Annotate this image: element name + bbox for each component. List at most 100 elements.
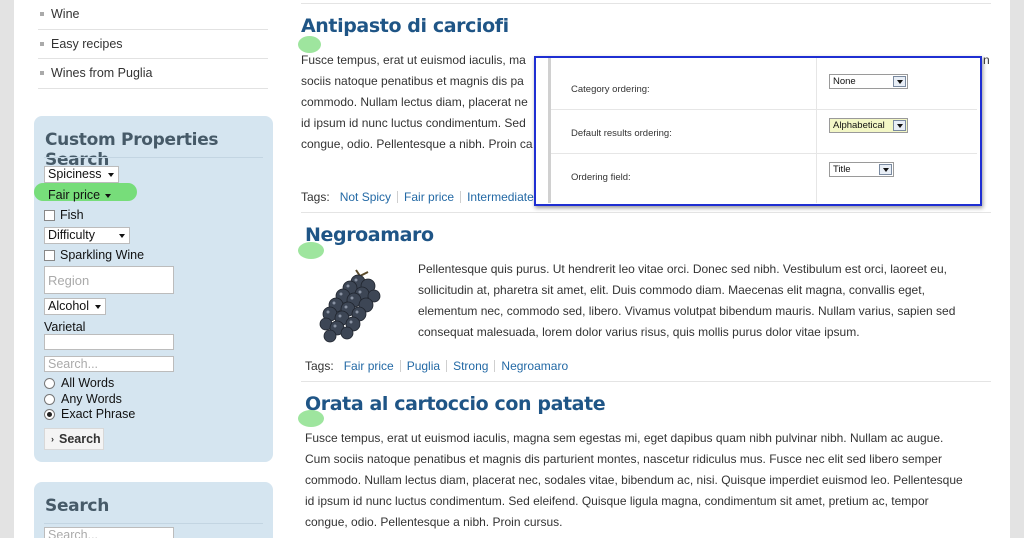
category-link[interactable]: Wines from Puglia [51,66,152,80]
article-line: congue, odio. Pellentesque a nibh. Proin… [301,137,533,151]
article-tags: Tags: Not Spicy Fair price Intermediate [301,190,540,204]
article-line: Fusce tempus, erat ut euismod iaculis, m… [305,431,944,445]
tags-label: Tags: [305,359,334,373]
difficulty-select[interactable]: Difficulty [44,227,130,244]
bullet-icon [40,71,44,76]
article-line: id ipsum id nunc luctus condimentum. Sed… [305,494,929,508]
sparkling-wine-label: Sparkling Wine [60,248,145,262]
search-button[interactable]: › Search [44,428,104,450]
custom-properties-search-box: Custom Properties Search Spiciness Fair … [34,116,273,462]
custom-search-title: Custom Properties Search [45,130,219,170]
any-words-label: Any Words [61,392,122,406]
search-box: Search [34,482,273,538]
fair-price-select-value: Fair price [48,188,101,202]
article-line: commodo. Nullam lectus diam, placerat ne [301,95,528,109]
all-words-label: All Words [61,376,115,390]
ordering-settings-overlay: Category ordering: None Default results … [534,56,982,206]
ordering-field-select[interactable]: Title [829,162,894,177]
tag-link[interactable]: Intermediate [460,191,540,203]
highlight-marker [298,242,324,259]
chevron-right-icon: › [51,434,54,444]
exact-phrase-radio[interactable] [44,409,55,420]
settings-row: Ordering field: Title [551,154,977,198]
fair-price-select[interactable]: Fair price [44,187,116,204]
category-item[interactable]: Easy recipes [38,30,268,59]
difficulty-select-value: Difficulty [48,228,96,242]
sparkling-wine-checkbox[interactable] [44,250,55,261]
alcohol-select-value: Alcohol [48,299,89,313]
chevron-down-icon [95,305,101,309]
category-ordering-select[interactable]: None [829,74,908,89]
divider [301,3,991,4]
chevron-down-icon [879,164,892,175]
tag-link[interactable]: Fair price [397,191,460,203]
fish-label: Fish [60,208,84,222]
article-body: Pellentesque quis purus. Ut hendrerit le… [418,259,988,343]
category-link[interactable]: Wine [51,7,79,21]
article-tags: Tags: Fair price Puglia Strong Negroamar… [305,359,574,373]
spiciness-select[interactable]: Spiciness [44,166,119,183]
tag-link[interactable]: Not Spicy [334,191,397,203]
default-results-ordering-value: Alphabetical [833,120,885,131]
ordering-settings-panel: Category ordering: None Default results … [548,58,977,203]
chevron-down-icon [105,194,111,198]
any-words-radio[interactable] [44,394,55,405]
category-link[interactable]: Easy recipes [51,37,123,51]
default-results-ordering-select[interactable]: Alphabetical [829,118,908,133]
category-ordering-value: None [833,76,856,87]
settings-row: Default results ordering: Alphabetical [551,110,977,154]
all-words-radio[interactable] [44,378,55,389]
article-line: id ipsum id nunc luctus condimentum. Sed [301,116,526,130]
grapes-image [319,269,381,343]
article-body: Fusce tempus, erat ut euismod iaculis, m… [301,50,541,155]
chevron-down-icon [119,234,125,238]
site-search-input[interactable] [44,527,174,538]
ordering-field-label: Ordering field: [571,172,631,183]
article-line: commodo. Nullam lectus diam, placerat ne… [305,473,963,487]
chevron-down-icon [108,173,114,177]
article-line: congue, odio. Pellentesque a nibh. Proin… [305,515,563,529]
article-line: sollicitudin at, pharetra sit amet, elit… [418,283,925,297]
keyword-search-input[interactable] [44,356,174,372]
tag-link[interactable]: Fair price [338,360,400,372]
category-item[interactable]: Wine [38,0,268,30]
article-title[interactable]: Antipasto di carciofi [301,15,509,37]
article-line: sociis natoque penatibus et magnis dis p… [301,74,524,88]
article-line-fragment: n [983,53,990,67]
varietal-input[interactable] [44,334,174,350]
tag-link[interactable]: Strong [446,360,494,372]
exact-phrase-label: Exact Phrase [61,407,136,421]
highlight-marker [298,410,324,427]
article-line: Fusce tempus, erat ut euismod iaculis, m… [301,53,526,67]
article-title[interactable]: Negroamaro [305,224,434,246]
tags-label: Tags: [301,190,330,204]
search-button-label: Search [59,432,101,446]
search-box-title: Search [45,496,110,516]
default-results-ordering-label: Default results ordering: [571,128,672,139]
settings-row: Category ordering: None [551,66,977,110]
divider [44,157,263,158]
varietal-label: Varietal [44,320,86,334]
chevron-down-icon [893,120,906,131]
fish-checkbox[interactable] [44,210,55,221]
article-line: consequat malesuada, lorem dolor varius … [418,325,860,339]
article-title[interactable]: Orata al cartoccio con patate [305,393,606,415]
ordering-field-value: Title [833,164,851,175]
article-line: elementum nec, commodo sed, libero. Viva… [418,304,956,318]
spiciness-select-value: Spiciness [48,167,102,181]
category-item[interactable]: Wines from Puglia [38,59,268,89]
region-input[interactable] [44,266,174,294]
article-line: Cum sociis natoque penatibus et magnis d… [305,452,942,466]
bullet-icon [40,41,44,46]
tag-link[interactable]: Puglia [399,360,446,372]
category-ordering-label: Category ordering: [571,84,650,95]
category-list: Wine Easy recipes Wines from Puglia [38,0,268,89]
tag-link[interactable]: Negroamaro [494,360,574,372]
divider [44,523,263,524]
article-line: Pellentesque quis purus. Ut hendrerit le… [418,262,947,276]
bullet-icon [40,12,44,17]
divider [301,212,991,213]
alcohol-select[interactable]: Alcohol [44,298,106,315]
article-body: Fusce tempus, erat ut euismod iaculis, m… [305,428,989,533]
chevron-down-icon [893,76,906,87]
